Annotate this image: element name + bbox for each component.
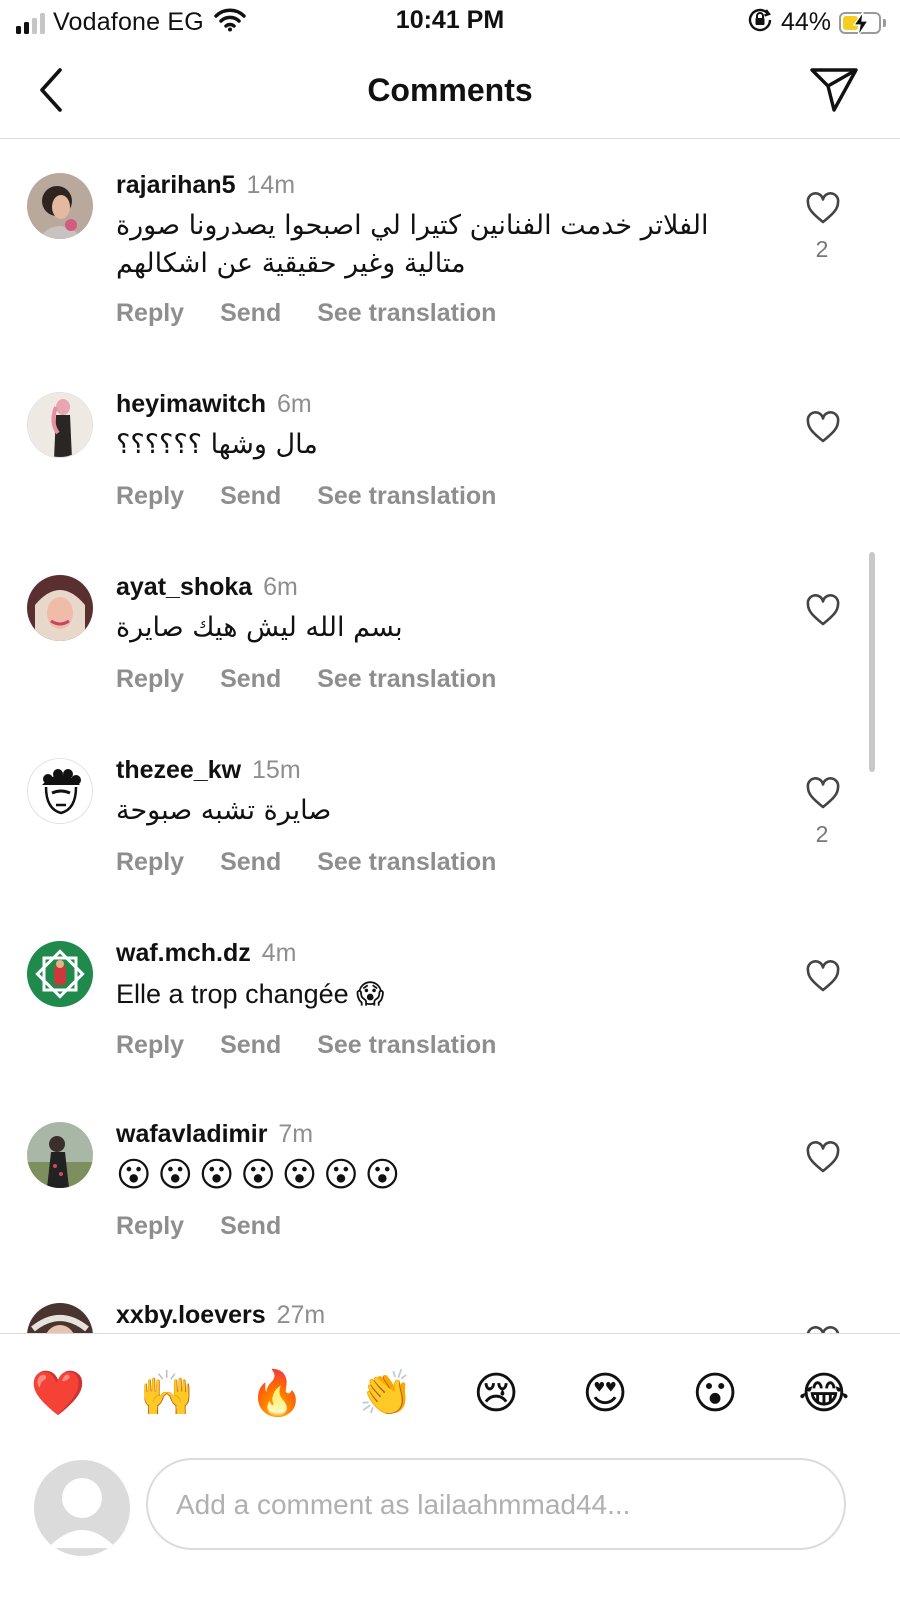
reaction-laughing[interactable]: 😂 xyxy=(796,1366,852,1422)
avatar[interactable] xyxy=(27,392,93,458)
comment-text: الفلاتر خدمت الفنانين كتيرا لي اصبحوا يص… xyxy=(116,210,709,279)
reaction-heart-eyes[interactable]: 😍 xyxy=(577,1366,633,1422)
battery-percent: 44% xyxy=(780,8,831,36)
like-button[interactable] xyxy=(805,1140,841,1176)
avatar[interactable] xyxy=(27,758,93,824)
comment-text: 😮😮😮😮😮😮😮 xyxy=(116,1156,407,1194)
avatar[interactable] xyxy=(27,941,93,1007)
reply-button[interactable]: Reply xyxy=(116,299,184,327)
see-translation-button[interactable]: See translation xyxy=(317,665,496,693)
reply-button[interactable]: Reply xyxy=(116,1212,184,1240)
user-avatar-placeholder-icon xyxy=(34,1460,130,1556)
comment-username[interactable]: thezee_kw xyxy=(116,756,241,784)
heart-icon xyxy=(806,192,840,224)
comment-username[interactable]: rajarihan5 xyxy=(116,171,236,199)
comment-username[interactable]: heyimawitch xyxy=(116,390,266,418)
see-translation-button[interactable]: See translation xyxy=(317,848,496,876)
comment-username[interactable]: wafavladimir xyxy=(116,1120,267,1148)
comment-text: Elle a trop changée 😱 xyxy=(116,979,385,1009)
like-button[interactable] xyxy=(805,191,841,227)
comment-input-box[interactable] xyxy=(146,1458,846,1550)
emoji-reaction-bar: ❤️ 🙌 🔥 👏 😢 😍 😮 😂 xyxy=(0,1333,900,1452)
like-button[interactable] xyxy=(805,959,841,995)
send-button[interactable]: Send xyxy=(220,1031,281,1059)
comment-time: 27m xyxy=(276,1301,326,1329)
reply-button[interactable]: Reply xyxy=(116,848,184,876)
send-button[interactable]: Send xyxy=(220,1212,281,1240)
like-button[interactable] xyxy=(805,410,841,446)
avatar[interactable] xyxy=(27,575,93,641)
see-translation-button[interactable]: See translation xyxy=(317,482,496,510)
status-bar: Vodafone EG 10:41 PM 44% xyxy=(0,0,900,46)
comment-time: 7m xyxy=(278,1120,314,1148)
reply-button[interactable]: Reply xyxy=(116,1031,184,1059)
comment-time: 15m xyxy=(252,756,301,784)
reaction-raised-hands[interactable]: 🙌 xyxy=(139,1366,195,1422)
comment-username[interactable]: waf.mch.dz xyxy=(116,939,251,967)
comment-text: مال وشها ؟؟؟؟؟؟ xyxy=(116,429,318,460)
comment-input[interactable] xyxy=(174,1478,818,1532)
battery-charging-icon xyxy=(839,11,881,36)
reaction-heart[interactable]: ❤️ xyxy=(30,1366,86,1422)
page-title: Comments xyxy=(367,72,533,108)
send-button[interactable]: Send xyxy=(220,665,281,693)
avatar[interactable] xyxy=(27,173,93,239)
reaction-fire[interactable]: 🔥 xyxy=(249,1366,305,1422)
heart-icon xyxy=(806,411,840,443)
scrollbar[interactable] xyxy=(869,552,875,772)
heart-icon xyxy=(806,777,840,809)
like-button[interactable] xyxy=(805,776,841,812)
like-count: 2 xyxy=(815,236,829,262)
comment-time: 14m xyxy=(246,171,296,199)
comment-text: صايرة تشبه صبوحة xyxy=(116,795,332,826)
send-button[interactable]: Send xyxy=(220,848,281,876)
comment-username[interactable]: xxby.loevers xyxy=(116,1301,266,1329)
see-translation-button[interactable]: See translation xyxy=(317,299,496,327)
reply-button[interactable]: Reply xyxy=(116,665,184,693)
heart-icon xyxy=(806,1141,840,1173)
orientation-lock-icon xyxy=(747,7,773,38)
comment-text: بسم الله ليش هيك صايرة xyxy=(116,612,403,643)
header-bar: Comments xyxy=(0,46,900,139)
like-count: 2 xyxy=(815,821,829,847)
send-button[interactable]: Send xyxy=(220,482,281,510)
comment-time: 6m xyxy=(263,573,298,601)
heart-icon xyxy=(806,960,840,992)
reaction-surprised[interactable]: 😮 xyxy=(687,1366,743,1422)
reply-button[interactable]: Reply xyxy=(116,482,184,510)
comment-username[interactable]: ayat_shoka xyxy=(116,573,252,601)
paper-plane-icon xyxy=(810,68,858,112)
send-button[interactable]: Send xyxy=(220,299,281,327)
avatar[interactable] xyxy=(27,1122,93,1188)
comment-list[interactable]: rajarihan5 14m الفلاتر خدمت الفنانين كتي… xyxy=(0,139,900,1361)
comment-time: 4m xyxy=(261,939,297,967)
comment-composer xyxy=(0,1452,900,1600)
see-translation-button[interactable]: See translation xyxy=(317,1031,496,1059)
share-button[interactable] xyxy=(808,66,860,114)
like-button[interactable] xyxy=(805,593,841,629)
reaction-clap[interactable]: 👏 xyxy=(358,1366,414,1422)
comment-time: 6m xyxy=(277,390,312,418)
heart-icon xyxy=(806,594,840,626)
reaction-crying[interactable]: 😢 xyxy=(468,1366,524,1422)
